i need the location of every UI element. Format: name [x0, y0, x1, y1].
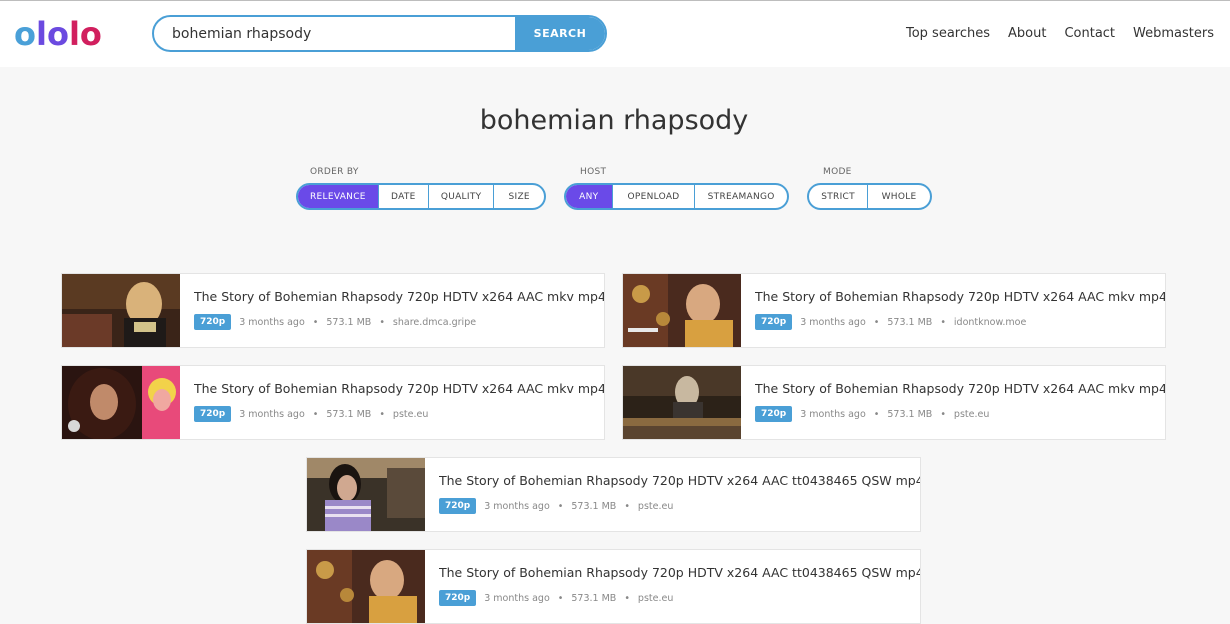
search-input[interactable]: [154, 17, 515, 50]
meta-separator: •: [873, 408, 880, 420]
result-host: pste.eu: [637, 592, 674, 604]
result-size: 573.1 MB: [571, 592, 617, 604]
filter-mode: MODE STRICT WHOLE: [807, 167, 932, 210]
host-openload-option[interactable]: OPENLOAD: [613, 185, 696, 208]
result-age: 3 months ago: [239, 316, 305, 328]
order-by-options: RELEVANCE DATE QUALITY SIZE: [296, 183, 546, 210]
meta-separator: •: [312, 316, 319, 328]
result-size: 573.1 MB: [887, 316, 933, 328]
quality-badge: 720p: [755, 314, 793, 330]
result-age: 3 months ago: [484, 500, 550, 512]
video-thumbnail[interactable]: [62, 274, 180, 347]
result-age: 3 months ago: [484, 592, 550, 604]
result-meta: 720p 3 months ago • 573.1 MB • pste.eu: [439, 498, 920, 514]
top-nav: Top searches About Contact Webmasters: [906, 26, 1214, 41]
meta-separator: •: [940, 316, 946, 328]
result-title[interactable]: The Story of Bohemian Rhapsody 720p HDTV…: [194, 289, 604, 304]
result-age: 3 months ago: [800, 408, 866, 420]
result-host: pste.eu: [392, 408, 429, 420]
meta-separator: •: [873, 316, 880, 328]
result-host: idontknow.moe: [953, 316, 1027, 328]
result-age: 3 months ago: [800, 316, 866, 328]
video-thumbnail[interactable]: [623, 366, 741, 439]
result-size: 573.1 MB: [326, 316, 372, 328]
host-options: ANY OPENLOAD STREAMANGO: [564, 183, 789, 210]
result-card[interactable]: The Story of Bohemian Rhapsody 720p HDTV…: [306, 549, 921, 624]
result-meta: 720p 3 months ago • 573.1 MB • share.dmc…: [194, 314, 604, 330]
logo-letter: o: [46, 15, 69, 53]
search-box: SEARCH: [152, 15, 607, 52]
nav-about[interactable]: About: [1008, 26, 1046, 41]
result-meta: 720p 3 months ago • 573.1 MB • pste.eu: [439, 590, 920, 606]
result-card[interactable]: The Story of Bohemian Rhapsody 720p HDTV…: [622, 273, 1166, 348]
logo-letter: l: [68, 15, 80, 53]
meta-separator: •: [624, 592, 630, 604]
filter-label: MODE: [823, 167, 852, 177]
filter-label: HOST: [580, 167, 607, 177]
nav-webmasters[interactable]: Webmasters: [1133, 26, 1214, 41]
result-card[interactable]: The Story of Bohemian Rhapsody 720p HDTV…: [61, 365, 605, 440]
result-title[interactable]: The Story of Bohemian Rhapsody 720p HDTV…: [194, 381, 604, 396]
video-thumbnail[interactable]: [307, 550, 425, 623]
result-title[interactable]: The Story of Bohemian Rhapsody 720p HDTV…: [439, 565, 920, 580]
nav-top-searches[interactable]: Top searches: [906, 26, 990, 41]
quality-badge: 720p: [755, 406, 793, 422]
filter-label: ORDER BY: [310, 167, 359, 177]
order-size-option[interactable]: SIZE: [494, 185, 544, 208]
meta-separator: •: [379, 408, 385, 420]
order-date-option[interactable]: DATE: [379, 185, 429, 208]
quality-badge: 720p: [194, 314, 232, 330]
result-size: 573.1 MB: [887, 408, 933, 420]
result-size: 573.1 MB: [571, 500, 617, 512]
host-streamango-option[interactable]: STREAMANGO: [695, 185, 787, 208]
result-host: share.dmca.gripe: [392, 316, 477, 328]
result-host: pste.eu: [637, 500, 674, 512]
result-age: 3 months ago: [239, 408, 305, 420]
filter-host: HOST ANY OPENLOAD STREAMANGO: [564, 167, 789, 210]
logo-letter: l: [35, 15, 47, 53]
result-size: 573.1 MB: [326, 408, 372, 420]
result-title[interactable]: The Story of Bohemian Rhapsody 720p HDTV…: [439, 473, 920, 488]
quality-badge: 720p: [439, 498, 477, 514]
logo-letter: o: [79, 15, 102, 53]
page-title: bohemian rhapsody: [479, 105, 749, 136]
result-card[interactable]: The Story of Bohemian Rhapsody 720p HDTV…: [61, 273, 605, 348]
nav-contact[interactable]: Contact: [1064, 26, 1115, 41]
meta-separator: •: [940, 408, 946, 420]
mode-whole-option[interactable]: WHOLE: [868, 185, 930, 208]
meta-separator: •: [624, 500, 630, 512]
result-title[interactable]: The Story of Bohemian Rhapsody 720p HDTV…: [755, 381, 1165, 396]
site-header: o l o l o SEARCH Top searches About Cont…: [0, 1, 1230, 67]
quality-badge: 720p: [439, 590, 477, 606]
result-meta: 720p 3 months ago • 573.1 MB • idontknow…: [755, 314, 1165, 330]
meta-separator: •: [312, 408, 319, 420]
result-title[interactable]: The Story of Bohemian Rhapsody 720p HDTV…: [755, 289, 1165, 304]
video-thumbnail[interactable]: [307, 458, 425, 531]
result-meta: 720p 3 months ago • 573.1 MB • pste.eu: [755, 406, 1165, 422]
mode-options: STRICT WHOLE: [807, 183, 932, 210]
host-any-option[interactable]: ANY: [566, 185, 613, 208]
result-card[interactable]: The Story of Bohemian Rhapsody 720p HDTV…: [622, 365, 1166, 440]
result-card[interactable]: The Story of Bohemian Rhapsody 720p HDTV…: [306, 457, 921, 532]
meta-separator: •: [557, 500, 564, 512]
order-quality-option[interactable]: QUALITY: [429, 185, 495, 208]
result-host: pste.eu: [953, 408, 990, 420]
site-logo[interactable]: o l o l o: [14, 15, 102, 53]
video-thumbnail[interactable]: [62, 366, 180, 439]
quality-badge: 720p: [194, 406, 232, 422]
filter-order-by: ORDER BY RELEVANCE DATE QUALITY SIZE: [296, 167, 546, 210]
search-button[interactable]: SEARCH: [515, 17, 605, 50]
result-meta: 720p 3 months ago • 573.1 MB • pste.eu: [194, 406, 604, 422]
mode-strict-option[interactable]: STRICT: [809, 185, 869, 208]
order-relevance-option[interactable]: RELEVANCE: [298, 185, 379, 208]
meta-separator: •: [557, 592, 564, 604]
video-thumbnail[interactable]: [623, 274, 741, 347]
meta-separator: •: [379, 316, 385, 328]
logo-letter: o: [14, 15, 36, 53]
